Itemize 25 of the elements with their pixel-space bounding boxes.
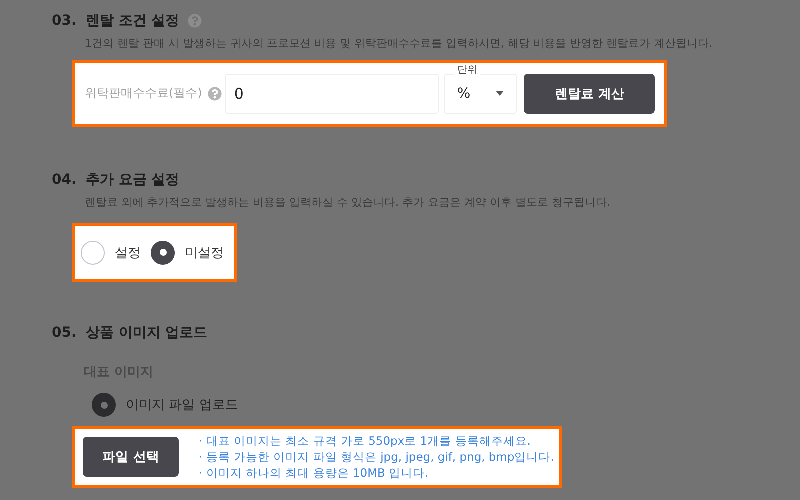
radio-label: 미설정 xyxy=(185,244,224,262)
file-select-button[interactable]: 파일 선택 xyxy=(83,437,179,477)
radio-label: 이미지 파일 업로드 xyxy=(126,397,238,414)
radio-button[interactable] xyxy=(81,240,105,264)
section-description: 1건의 렌탈 판매 시 발생하는 귀사의 프로모션 비용 및 위탁판매수수료를 입력하시면, 해당 비용을 반영한 렌탈료가 계산됩니다. xyxy=(85,36,714,51)
fee-label: 위탁판매수수료(필수) xyxy=(85,85,202,102)
radio-button[interactable] xyxy=(151,240,175,264)
calculate-button[interactable]: 렌탈료 계산 xyxy=(524,74,656,114)
section-title: 추가 요금 설정 xyxy=(86,171,180,189)
help-icon[interactable] xyxy=(208,86,222,100)
radio-label: 설정 xyxy=(115,244,141,262)
upload-note: · 이미지 하나의 최대 용량은 10MB 입니다. xyxy=(199,465,430,481)
radio-button[interactable] xyxy=(92,393,116,417)
help-icon[interactable] xyxy=(188,14,202,28)
fee-input-field[interactable]: 0 xyxy=(225,74,440,114)
section-number: 05. xyxy=(52,325,78,341)
unit-label: 단위 xyxy=(454,62,480,76)
caret-icon xyxy=(496,91,504,96)
section-title: 상품 이미지 업로드 xyxy=(86,324,208,342)
section-number: 04. xyxy=(52,172,78,188)
upload-note: · 대표 이미지는 최소 규격 가로 550px로 1개를 등록해주세요. xyxy=(199,433,532,449)
section-description: 렌탈료 외에 추가적으로 발생하는 비용을 입력하실 수 있습니다. 추가 요금은 계약 이후 별도로 청구됩니다. xyxy=(85,195,612,210)
section-number: 03. xyxy=(52,13,78,29)
upload-note: · 등록 가능한 이미지 파일 형식은 jpg, jpeg, gif, png, bmp입니다. xyxy=(199,449,554,465)
section-title: 렌탈 조건 설정 xyxy=(86,12,180,30)
